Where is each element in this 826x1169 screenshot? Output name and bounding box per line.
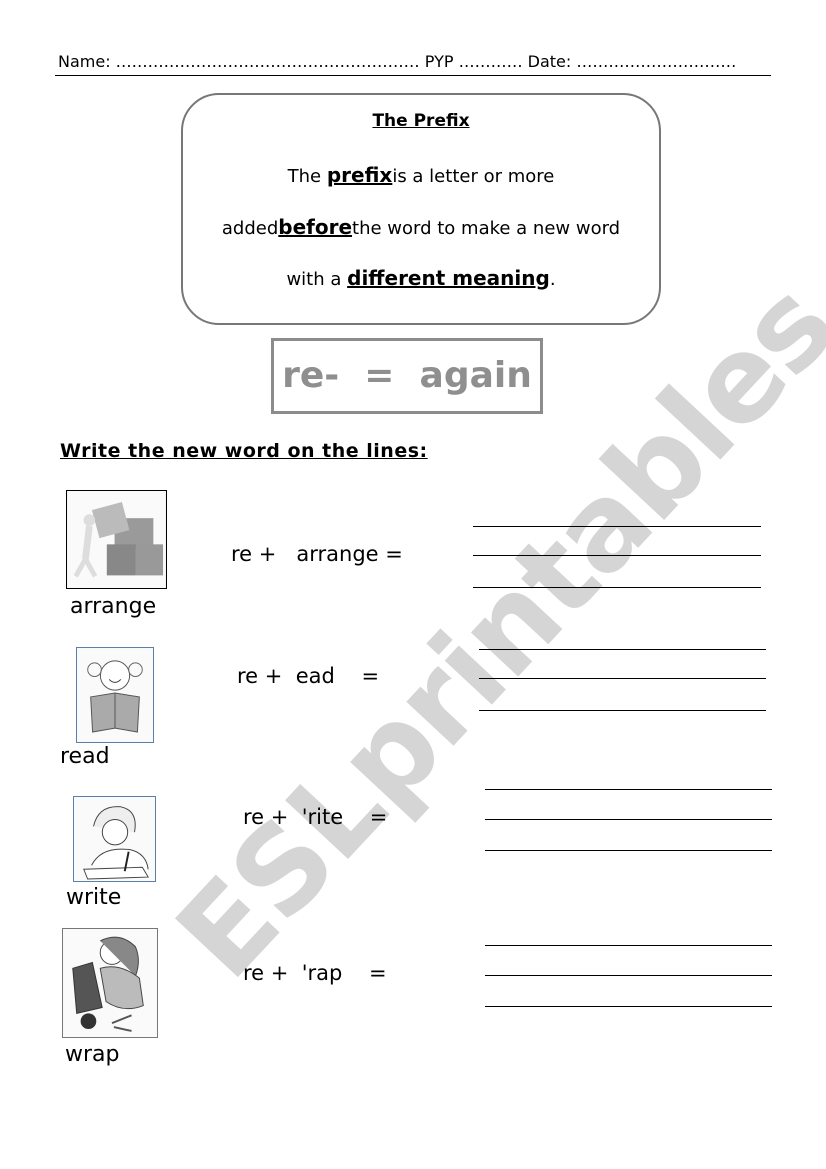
boxes-icon [68, 491, 165, 588]
answer-line[interactable] [485, 819, 772, 820]
arrange-picture [66, 490, 167, 589]
equation: re + 'rite = [243, 805, 388, 829]
word-label: read [60, 744, 110, 769]
word-label: arrange [70, 594, 157, 619]
answer-line[interactable] [473, 555, 761, 556]
word-label: wrap [65, 1042, 120, 1067]
answer-line[interactable] [485, 850, 772, 851]
read-picture [76, 647, 154, 743]
answer-line[interactable] [479, 678, 766, 679]
write-picture [73, 796, 156, 882]
text: the word to make a new word [352, 218, 621, 239]
answer-line[interactable] [485, 1006, 772, 1007]
girl-writing-icon [74, 797, 155, 881]
answer-line[interactable] [479, 649, 766, 650]
prefix-rule-box: re- = again [271, 338, 543, 414]
word-label: write [66, 885, 122, 910]
box-title: The Prefix [372, 111, 470, 131]
definition-line-1: The prefixis a letter or more [183, 163, 659, 187]
girl-reading-icon [77, 648, 153, 742]
answer-line[interactable] [473, 587, 761, 588]
keyword-before: before [278, 215, 353, 239]
text: . [549, 269, 556, 290]
header-divider [55, 75, 771, 76]
header-name-pyp-date: Name: ………………………………………………… PYP ………… Date:… [58, 52, 737, 71]
prefix-definition-box: The Prefix The prefixis a letter or more… [181, 93, 661, 325]
text: The [287, 166, 327, 187]
answer-line[interactable] [485, 945, 772, 946]
instructions: Write the new word on the lines: [60, 440, 428, 462]
answer-line[interactable] [485, 975, 772, 976]
equation: re + arrange = [231, 542, 403, 566]
text: added [221, 218, 279, 239]
girl-wrapping-icon [63, 929, 157, 1037]
keyword-different-meaning: different meaning [347, 266, 550, 290]
equation: re + ead = [237, 664, 380, 688]
keyword-prefix: prefix [326, 163, 393, 187]
answer-line[interactable] [479, 710, 766, 711]
answer-line[interactable] [485, 789, 772, 790]
equation: re + 'rap = [243, 961, 387, 985]
wrap-picture [62, 928, 158, 1038]
text: is a letter or more [392, 166, 555, 187]
definition-line-3: with a different meaning. [183, 266, 659, 290]
text: with a [286, 269, 348, 290]
definition-line-2: addedbeforethe word to make a new word [183, 215, 659, 239]
answer-line[interactable] [473, 526, 761, 527]
